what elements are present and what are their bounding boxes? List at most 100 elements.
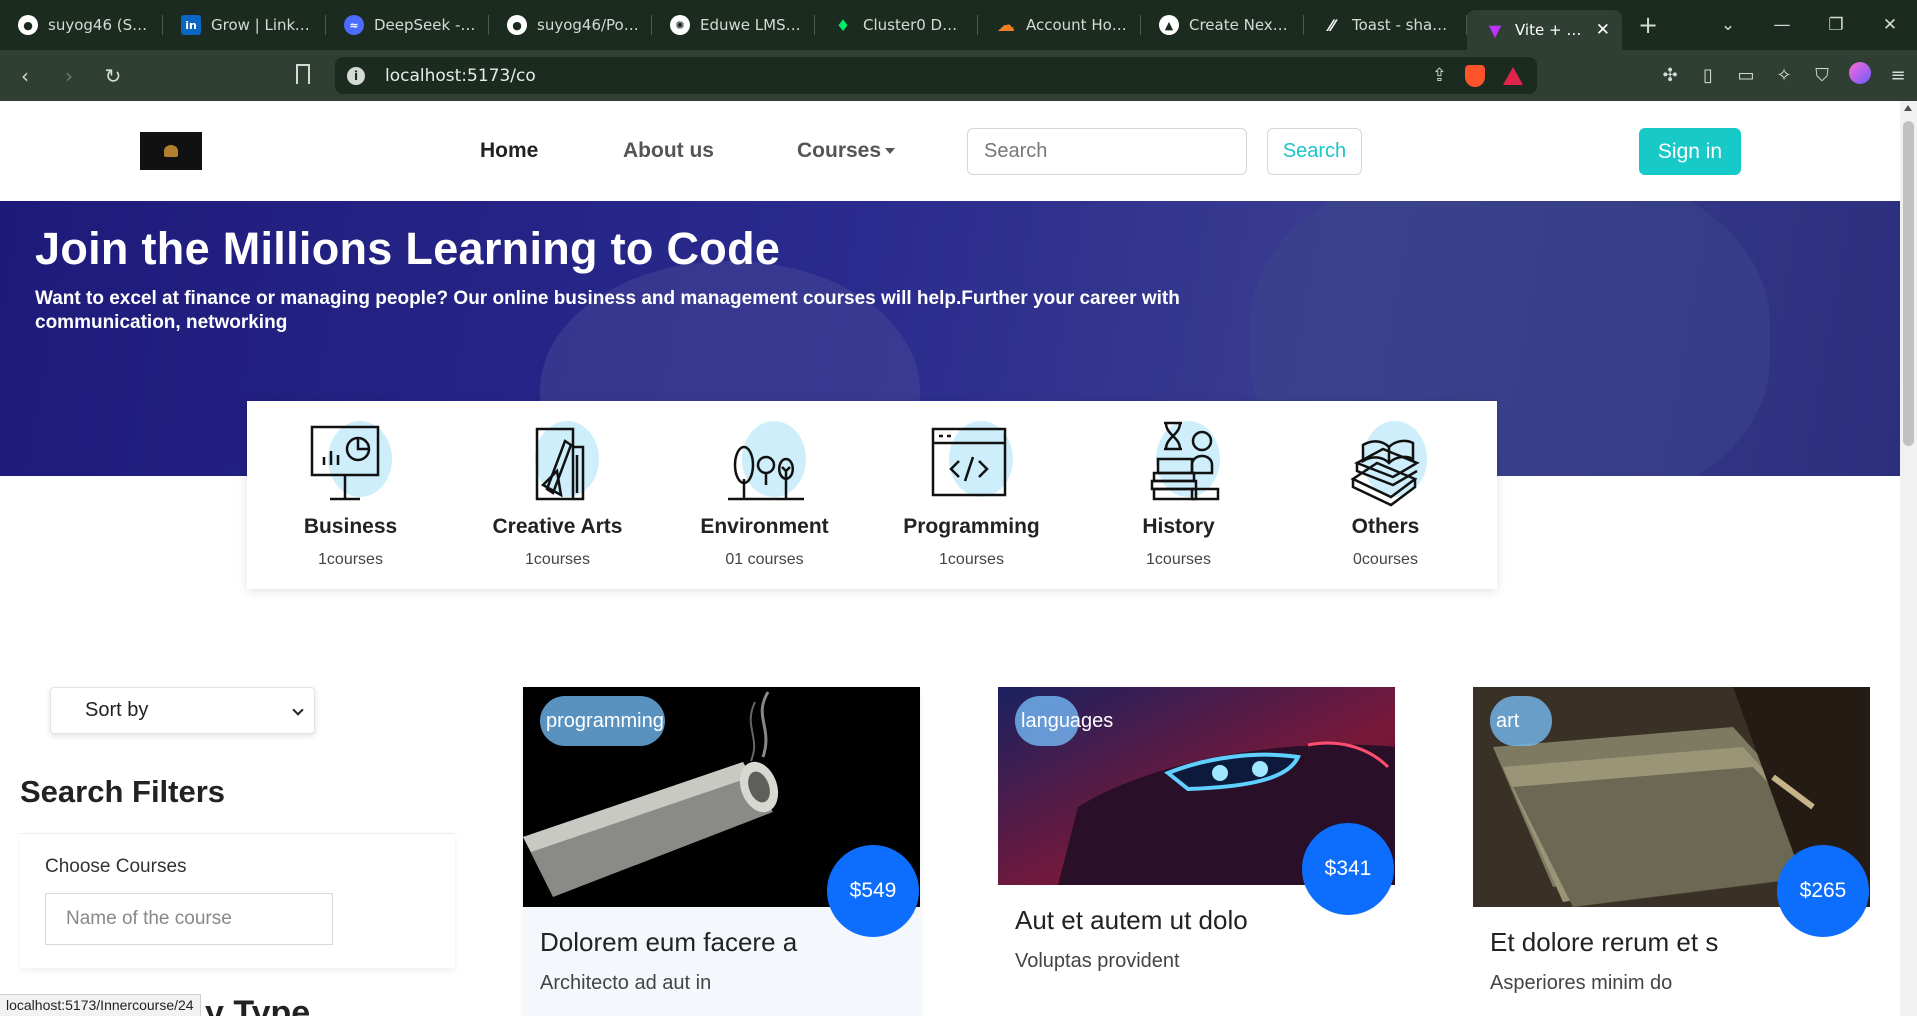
cloudflare-icon: ☁ xyxy=(997,14,1015,36)
browser-tab[interactable]: ▲ Create Next App xyxy=(1141,0,1304,50)
wallet-icon[interactable]: ▭ xyxy=(1727,65,1765,86)
browser-tab[interactable]: ≈ DeepSeek - Into xyxy=(326,0,489,50)
restore-icon[interactable]: ❐ xyxy=(1809,15,1863,35)
search-input[interactable] xyxy=(967,128,1247,175)
presentation-chart-icon xyxy=(306,419,396,509)
category-others[interactable]: Others 0courses xyxy=(1282,401,1489,589)
link-status-bar: localhost:5173/Innercourse/24 xyxy=(0,994,201,1016)
category-business[interactable]: Business 1courses xyxy=(247,401,454,589)
tab-search-icon[interactable]: ⌄ xyxy=(1701,15,1755,35)
category-history[interactable]: History 1courses xyxy=(1075,401,1282,589)
search-button[interactable]: Search xyxy=(1267,128,1362,175)
brave-rewards-icon[interactable] xyxy=(1503,66,1523,85)
close-icon[interactable]: ✕ xyxy=(1596,20,1610,40)
hero-title: Join the Millions Learning to Code xyxy=(35,223,781,274)
course-card[interactable]: languages $341 Aut et autem ut dolo Volu… xyxy=(998,687,1395,1016)
vpn-icon[interactable]: ⛉ xyxy=(1803,65,1841,86)
tab-title: Create Next App xyxy=(1189,16,1292,34)
search-filters-title: Search Filters xyxy=(20,774,226,809)
course-title: Aut et autem ut dolo xyxy=(1015,905,1248,935)
scrollbar-thumb[interactable] xyxy=(1903,121,1914,446)
reload-icon[interactable]: ↻ xyxy=(94,64,132,88)
nextjs-icon: ▲ xyxy=(1159,15,1179,35)
category-name: Environment xyxy=(700,515,829,538)
choose-courses-label: Choose Courses xyxy=(45,856,187,877)
course-name-input[interactable] xyxy=(45,893,333,945)
sidebar-icon[interactable]: ▯ xyxy=(1689,65,1727,86)
course-card[interactable]: art $265 Et dolore rerum et s Asperiores… xyxy=(1473,687,1870,1016)
minimize-icon[interactable]: — xyxy=(1755,15,1809,35)
tab-title: Account Home xyxy=(1026,16,1129,34)
bookmark-icon[interactable] xyxy=(296,64,310,84)
category-creative-arts[interactable]: Creative Arts 1courses xyxy=(454,401,661,589)
nav-courses-dropdown[interactable]: Courses xyxy=(797,139,896,163)
drawing-tools-icon xyxy=(513,419,603,509)
browser-tab[interactable]: ✺ Eduwe LMS Pro xyxy=(652,0,815,50)
linkedin-icon: in xyxy=(181,15,201,35)
category-count: 1courses xyxy=(1146,551,1211,568)
course-price-badge: $549 xyxy=(827,845,919,937)
course-category-tag: art xyxy=(1490,696,1552,746)
tab-title: Toast - shadcn/ xyxy=(1352,16,1455,34)
chevron-down-icon xyxy=(292,704,304,716)
window-close-icon[interactable]: ✕ xyxy=(1863,15,1917,35)
sort-by-label: Sort by xyxy=(85,699,149,721)
back-icon[interactable]: ‹ xyxy=(6,64,44,88)
category-count: 0courses xyxy=(1353,551,1418,568)
brave-shields-icon[interactable] xyxy=(1465,64,1485,87)
site-info-icon[interactable]: i xyxy=(347,66,365,85)
course-category-tag: languages xyxy=(1015,696,1113,746)
category-name: Others xyxy=(1351,515,1420,538)
url-field[interactable]: i localhost:5173/co ⇪ xyxy=(335,57,1537,94)
page-scrollbar[interactable] xyxy=(1900,101,1917,1016)
url-text[interactable]: localhost:5173/co xyxy=(385,66,536,86)
browser-tab[interactable]: ☁ Account Home xyxy=(978,0,1141,50)
logo-mark xyxy=(164,145,178,157)
site-logo[interactable] xyxy=(140,132,202,170)
category-environment[interactable]: Environment 01 courses xyxy=(661,401,868,589)
course-card[interactable]: programming $549 Dolorem eum facere a Ar… xyxy=(523,687,920,1016)
course-price-badge: $341 xyxy=(1302,823,1394,915)
share-icon[interactable]: ⇪ xyxy=(1432,65,1447,86)
course-price-badge: $265 xyxy=(1777,845,1869,937)
hourglass-books-icon xyxy=(1134,419,1224,509)
leo-ai-icon[interactable]: ✧ xyxy=(1765,65,1803,86)
browser-tab-active[interactable]: ▼ Vite + React ✕ xyxy=(1467,10,1622,50)
forward-icon[interactable]: › xyxy=(50,64,88,88)
menu-icon[interactable]: ≡ xyxy=(1879,65,1917,86)
browser-tab[interactable]: ⁄⁄ Toast - shadcn/ xyxy=(1304,0,1467,50)
course-title: Et dolore rerum et s xyxy=(1490,927,1719,957)
code-window-icon xyxy=(927,419,1017,509)
course-title: Dolorem eum facere a xyxy=(540,927,798,957)
category-programming[interactable]: Programming 1courses xyxy=(868,401,1075,589)
nav-home[interactable]: Home xyxy=(480,139,538,163)
category-count: 1courses xyxy=(525,551,590,568)
tab-title: Eduwe LMS Pro xyxy=(700,16,803,34)
sort-by-select[interactable]: Sort by xyxy=(50,687,315,734)
category-panel: Business 1courses Creative Arts 1courses xyxy=(247,401,1497,589)
openai-icon: ✺ xyxy=(670,15,690,35)
sign-in-button[interactable]: Sign in xyxy=(1639,128,1741,175)
vite-icon: ▼ xyxy=(1488,20,1502,40)
nav-about[interactable]: About us xyxy=(623,139,714,163)
browser-tab[interactable]: ● suyog46 (Suyog xyxy=(0,0,163,50)
category-count: 1courses xyxy=(939,551,1004,568)
window-controls: ⌄ — ❐ ✕ xyxy=(1701,0,1917,50)
caret-down-icon xyxy=(885,148,896,155)
course-subtitle: Asperiores minim do xyxy=(1490,972,1673,994)
tab-title: Cluster0 Data | xyxy=(863,16,966,34)
category-name: Creative Arts xyxy=(492,515,623,538)
browser-tab[interactable]: in Grow | LinkedIn xyxy=(163,0,326,50)
deepseek-icon: ≈ xyxy=(344,15,364,35)
category-count: 01 courses xyxy=(725,551,804,568)
extensions-icon[interactable]: ✣ xyxy=(1651,65,1689,86)
shadcn-icon: ⁄⁄ xyxy=(1329,15,1335,35)
browser-tab[interactable]: ♦ Cluster0 Data | xyxy=(815,0,978,50)
nav-courses-label: Courses xyxy=(797,139,882,162)
browser-tab[interactable]: ● suyog46/Portfolio xyxy=(489,0,652,50)
new-tab-icon[interactable]: + xyxy=(1638,11,1658,39)
web-page: Home About us Courses Search Sign in Joi… xyxy=(0,101,1900,1016)
tab-title: Vite + React xyxy=(1515,21,1582,39)
profile-avatar[interactable] xyxy=(1841,62,1879,89)
scroll-up-icon[interactable] xyxy=(1904,105,1912,111)
